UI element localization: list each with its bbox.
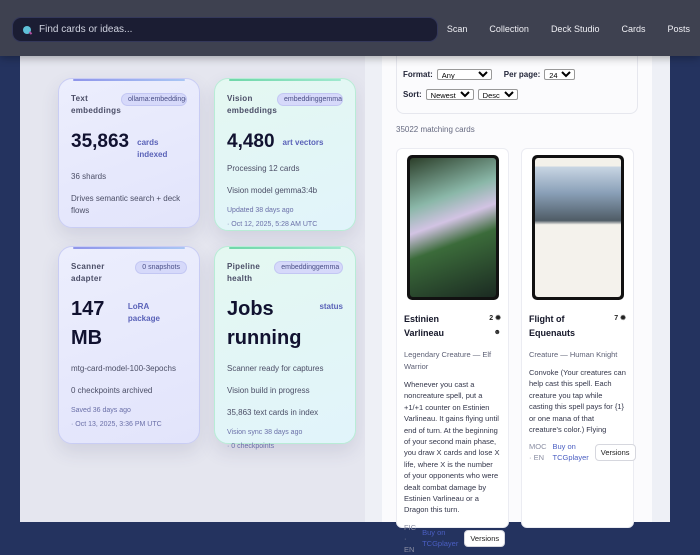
card-text: Convoke (Your creatures can help cast th… [529, 367, 626, 435]
card-name[interactable]: Estinien Varlineau [404, 312, 474, 340]
sort-select[interactable]: Newest [426, 89, 474, 100]
tile-line: 0 checkpoints archived [71, 385, 187, 397]
tile-unit: art vectors [283, 137, 324, 149]
tile-value: 35,863 [71, 131, 129, 153]
nav-posts[interactable]: Posts [667, 24, 690, 34]
buy-link[interactable]: Buy on TCGplayer [553, 441, 589, 463]
tile-unit: LoRA package [128, 301, 167, 325]
tile-unit: status [319, 301, 343, 313]
card-type: Legendary Creature — Elf Warrior [404, 349, 501, 373]
tile-line: 36 shards [71, 171, 187, 183]
nav-cards[interactable]: Cards [621, 24, 645, 34]
tile-meta: · Oct 12, 2025, 5:28 AM UTC [227, 221, 343, 228]
per-page-select[interactable]: 24 [544, 69, 575, 80]
tile-line: mtg-card-model-100-3epochs [71, 363, 187, 375]
tile-line: Scanner ready for captures [227, 363, 343, 375]
buy-link[interactable]: Buy on TCGplayer [422, 527, 458, 549]
tile-chip: embeddinggemma [274, 261, 343, 274]
tile-meta: Vision sync 38 days ago [227, 429, 343, 436]
mana-cost-icon: 2 ✹ ☻ [481, 312, 501, 340]
tile-chip: embeddinggemma [277, 93, 343, 106]
tile-meta: · Oct 13, 2025, 3:36 PM UTC [71, 421, 187, 428]
tile-line: Vision model gemma3:4b [227, 185, 343, 197]
card-set: MOC · EN [529, 441, 547, 463]
tile-vision-embeddings: Vision embeddingsembeddinggemma 4,480 art… [214, 78, 356, 231]
tile-chip: ollama:embeddinggemma [121, 93, 187, 106]
tile-meta: · 0 checkpoints [227, 443, 343, 450]
nav-scan[interactable]: Scan [447, 24, 468, 34]
card-image[interactable] [532, 155, 624, 300]
card-results-panel: Format: Any Per page: 24 Sort: Newest De… [382, 56, 652, 522]
tile-line: Vision build in progress [227, 385, 343, 397]
per-page-label: Per page: [504, 70, 540, 79]
tile-value: 147 MB [71, 295, 120, 353]
card-type: Creature — Human Knight [529, 349, 626, 361]
search-input[interactable] [39, 24, 419, 35]
versions-button[interactable]: Versions [595, 444, 636, 461]
format-select[interactable]: Any [437, 69, 492, 80]
main-nav: Scan Collection Deck Studio Cards Posts [447, 24, 690, 34]
top-nav-bar: Scan Collection Deck Studio Cards Posts [0, 0, 700, 56]
tile-chip: 0 snapshots [135, 261, 187, 274]
versions-button[interactable]: Versions [464, 530, 505, 547]
tile-line: Processing 12 cards [227, 163, 343, 175]
tile-label: Scanner adapter [71, 261, 121, 285]
format-label: Format: [403, 70, 433, 79]
card-image[interactable] [407, 155, 499, 300]
card-set: FIC · EN [404, 522, 416, 555]
card-item[interactable]: Estinien Varlineau 2 ✹ ☻ Legendary Creatu… [396, 148, 509, 528]
card-item[interactable]: Flight of Equenauts 7 ✹ Creature — Human … [521, 148, 634, 528]
filter-box: Format: Any Per page: 24 Sort: Newest De… [396, 56, 638, 114]
tile-line: 35,863 text cards in index [227, 407, 343, 419]
search-icon [23, 26, 31, 34]
tile-label: Pipeline health [227, 261, 274, 285]
tile-scanner-adapter: Scanner adapter 0 snapshots 147 MB LoRA pa… [58, 246, 200, 444]
card-text: Whenever you cast a noncreature spell, p… [404, 379, 501, 516]
tile-value: Jobs running [227, 295, 307, 353]
tile-label: Text embeddings [71, 93, 121, 117]
nav-collection[interactable]: Collection [489, 24, 529, 34]
tile-unit: cards indexed [137, 137, 177, 161]
card-name[interactable]: Flight of Equenauts [529, 312, 599, 340]
tile-text-embeddings: Text embeddingsollama:embeddinggemma 35,… [58, 78, 200, 228]
status-panel: Text embeddingsollama:embeddinggemma 35,… [20, 56, 365, 522]
mana-cost-icon: 7 ✹ [606, 312, 626, 340]
nav-deck-studio[interactable]: Deck Studio [551, 24, 600, 34]
order-select[interactable]: Desc [478, 89, 518, 100]
tile-value: 4,480 [227, 131, 275, 153]
sort-label: Sort: [403, 90, 422, 99]
tile-label: Vision embeddings [227, 93, 277, 117]
tile-line: Drives semantic search + deck flows [71, 193, 187, 217]
search-bar[interactable] [12, 17, 438, 42]
tile-pipeline-health: Pipeline healthembeddinggemma Jobs runni… [214, 246, 356, 444]
tile-meta: Updated 38 days ago [227, 207, 343, 214]
tile-meta: Saved 36 days ago [71, 407, 187, 414]
results-count: 35022 matching cards [396, 125, 475, 134]
